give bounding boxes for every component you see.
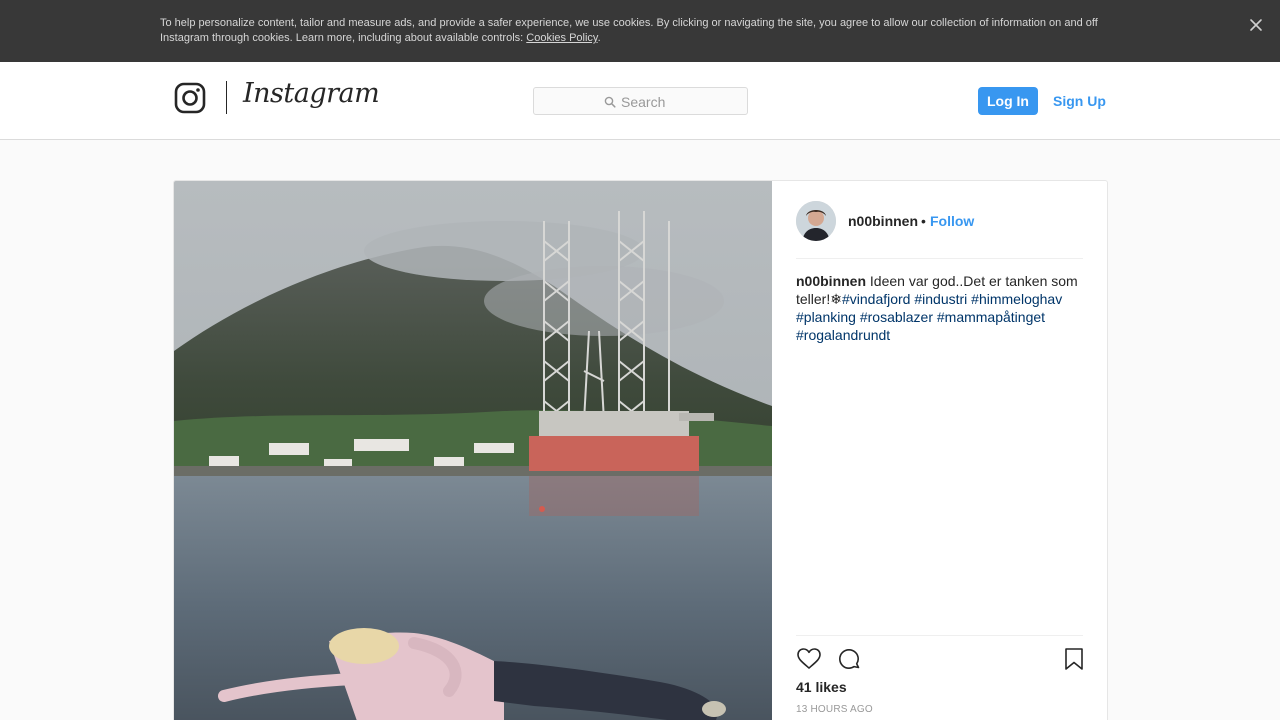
post-actions xyxy=(796,635,1083,685)
hashtag-link[interactable]: #industri xyxy=(914,291,967,307)
hashtag-link[interactable]: #planking xyxy=(796,309,856,325)
search-placeholder: Search xyxy=(621,94,666,110)
instagram-camera-icon[interactable] xyxy=(174,82,206,114)
top-navbar: Instagram Search Log In Sign Up xyxy=(0,62,1280,140)
cookie-message-end: . xyxy=(597,32,601,44)
heart-icon[interactable] xyxy=(796,646,822,672)
post-sidebar: n00binnen • Follow n00binnen Ideen var g… xyxy=(772,181,1107,720)
post-card: n00binnen • Follow n00binnen Ideen var g… xyxy=(173,180,1108,720)
hashtag-link[interactable]: #himmeloghav xyxy=(971,291,1062,307)
cookie-banner-text: To help personalize content, tailor and … xyxy=(160,16,1120,46)
instagram-wordmark[interactable]: Instagram xyxy=(243,78,380,109)
follow-button[interactable]: Follow xyxy=(930,213,974,229)
likes-count[interactable]: 41 likes xyxy=(796,679,847,695)
search-icon xyxy=(604,95,616,108)
hashtag-link[interactable]: #vindafjord xyxy=(842,291,911,307)
post-caption: n00binnen Ideen var god..Det er tanken s… xyxy=(796,272,1086,344)
separator-dot: • xyxy=(921,213,926,229)
caption-username[interactable]: n00binnen xyxy=(796,273,866,289)
logo-divider xyxy=(226,81,227,114)
cookie-banner: To help personalize content, tailor and … xyxy=(0,0,1280,62)
post-timestamp[interactable]: 13 HOURS AGO xyxy=(796,704,873,715)
post-header: n00binnen • Follow xyxy=(796,201,1083,259)
post-photo[interactable] xyxy=(174,181,772,720)
close-icon[interactable] xyxy=(1246,15,1266,35)
search-input[interactable]: Search xyxy=(533,87,748,115)
cookies-policy-link[interactable]: Cookies Policy xyxy=(526,32,597,44)
signup-link[interactable]: Sign Up xyxy=(1053,87,1106,115)
avatar[interactable] xyxy=(796,201,836,241)
hashtag-link[interactable]: #mammapåtinget xyxy=(937,309,1045,325)
hashtag-link[interactable]: #rogalandrundt xyxy=(796,327,890,343)
hashtag-link[interactable]: #rosablazer xyxy=(860,309,933,325)
bookmark-icon[interactable] xyxy=(1061,646,1087,672)
login-button[interactable]: Log In xyxy=(978,87,1038,115)
post-username[interactable]: n00binnen xyxy=(848,213,918,229)
comment-icon[interactable] xyxy=(836,646,862,672)
cookie-message: To help personalize content, tailor and … xyxy=(160,17,1098,44)
